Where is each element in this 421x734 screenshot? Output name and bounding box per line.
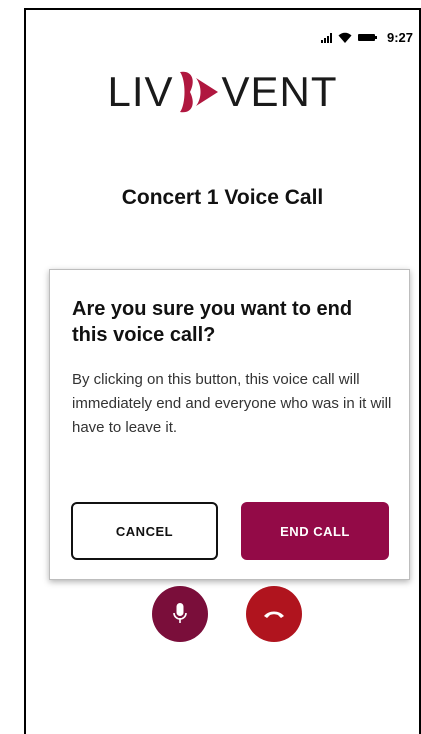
status-time: 9:27 [386, 30, 413, 45]
end-call-button[interactable]: END CALL [241, 502, 389, 560]
mute-button[interactable] [151, 586, 208, 642]
logo-mark-icon [179, 71, 218, 113]
logo-text-right: VENT [221, 68, 338, 115]
hangup-button[interactable] [245, 586, 302, 642]
confirm-dialog: Are you sure you want to end this voice … [49, 269, 410, 580]
dialog-title: Are you sure you want to end this voice … [72, 298, 353, 346]
dialog-body: By clicking on this button, this voice c… [72, 371, 392, 436]
phone-hangup-icon [263, 611, 284, 618]
wifi-icon [338, 32, 352, 43]
page-title: Concert 1 Voice Call [121, 186, 324, 209]
battery-icon [357, 34, 377, 41]
app-logo: LIV VENT [26, 68, 419, 116]
cancel-button[interactable]: CANCEL [71, 502, 218, 560]
signal-icon [320, 32, 332, 43]
status-bar: 9:27 [320, 30, 413, 45]
logo-text-left: LIV [107, 68, 174, 115]
call-controls [26, 586, 419, 642]
microphone-icon [172, 603, 187, 623]
